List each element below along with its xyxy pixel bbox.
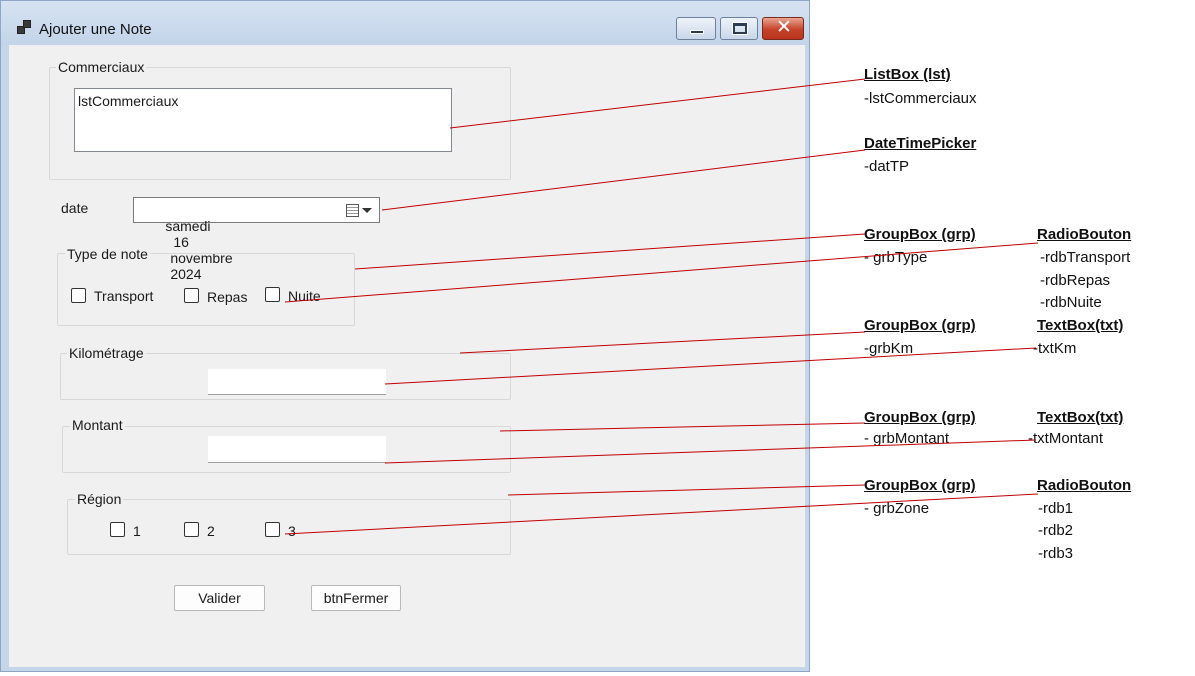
annotation-grpmontant-item: - grbMontant	[864, 430, 950, 447]
group-region-legend: Région	[75, 491, 124, 507]
km-input[interactable]	[208, 369, 386, 395]
annotation-rdbtype-item-1: -rdbTransport	[1040, 249, 1131, 266]
annotation-rdbtype-item-2: -rdbRepas	[1040, 272, 1111, 289]
annotation-grpzone-head: GroupBox (grp)	[864, 477, 976, 494]
date-day: 16	[173, 234, 189, 250]
maximize-button[interactable]	[720, 17, 758, 40]
form-window: Ajouter une Note ✕ Commerciaux lstCommer…	[0, 0, 810, 672]
form-icon	[17, 20, 32, 35]
repas-label[interactable]: Repas	[207, 289, 247, 305]
annotation-datepicker-head: DateTimePicker	[864, 135, 977, 152]
annotation-grpzone-item: - grbZone	[864, 500, 930, 517]
annotation-rdbzone-head: RadioBouton	[1037, 477, 1132, 494]
commerciaux-listbox[interactable]: lstCommerciaux	[74, 88, 452, 152]
chevron-down-icon[interactable]	[362, 208, 372, 213]
nuite-checkbox[interactable]	[265, 287, 280, 302]
minimize-icon	[690, 30, 704, 34]
region-1-checkbox[interactable]	[110, 522, 125, 537]
annotation-listbox-head: ListBox (lst)	[864, 66, 951, 83]
annotation-grptype-head: GroupBox (grp)	[864, 226, 976, 243]
annotation-grpkm-head: GroupBox (grp)	[864, 317, 976, 334]
group-commerciaux-legend: Commerciaux	[56, 59, 147, 75]
annotation-rdbzone-item-2: -rdb2	[1038, 522, 1074, 539]
group-type-note-legend: Type de note	[65, 246, 150, 262]
annotation-txtmontant-item: -txtMontant	[1028, 430, 1104, 447]
date-picker[interactable]: samedi 16 novembre 2024	[133, 197, 380, 282]
region-3-checkbox[interactable]	[265, 522, 280, 537]
annotation-rdbzone-item-3: -rdb3	[1038, 545, 1074, 562]
region-2-label[interactable]: 2	[207, 523, 215, 539]
montant-input[interactable]	[208, 436, 386, 463]
repas-checkbox[interactable]	[184, 288, 199, 303]
annotation-txtmontant-head: TextBox(txt)	[1037, 409, 1124, 426]
annotation-rdbtype-head: RadioBouton	[1037, 226, 1132, 243]
region-3-label[interactable]: 3	[288, 523, 296, 539]
calendar-icon[interactable]	[346, 204, 359, 217]
fermer-button[interactable]: btnFermer	[311, 585, 401, 611]
transport-label[interactable]: Transport	[94, 288, 153, 304]
annotation-grptype-item: - grbType	[864, 249, 928, 266]
nuite-label[interactable]: Nuite	[288, 288, 321, 304]
date-day-name: samedi	[165, 218, 211, 234]
group-kilometrage-legend: Kilométrage	[67, 345, 146, 361]
close-window-button[interactable]: ✕	[762, 16, 804, 40]
annotation-rdbtype-item-3: -rdbNuite	[1040, 294, 1102, 311]
annotation-grpkm-item: -grbKm	[864, 340, 914, 357]
date-label: date	[61, 200, 89, 216]
annotation-listbox-item: -lstCommerciaux	[864, 90, 977, 107]
minimize-button[interactable]	[676, 17, 716, 40]
form-client-area: Commerciaux lstCommerciaux date samedi 1…	[9, 45, 805, 667]
annotation-txtkm-head: TextBox(txt)	[1037, 317, 1124, 334]
title-bar[interactable]: Ajouter une Note ✕	[1, 1, 809, 45]
group-montant-legend: Montant	[70, 417, 125, 433]
annotation-grpmontant-head: GroupBox (grp)	[864, 409, 976, 426]
annotation-txtkm-item: -txtKm	[1033, 340, 1077, 357]
window-title: Ajouter une Note	[39, 21, 152, 38]
valider-button[interactable]: Valider	[174, 585, 265, 611]
close-icon: ✕	[776, 16, 792, 38]
region-1-label[interactable]: 1	[133, 523, 141, 539]
maximize-icon	[732, 22, 748, 35]
annotation-rdbzone-item-1: -rdb1	[1038, 500, 1074, 517]
annotation-datepicker-item: -datTP	[864, 158, 910, 175]
region-2-checkbox[interactable]	[184, 522, 199, 537]
transport-checkbox[interactable]	[71, 288, 86, 303]
